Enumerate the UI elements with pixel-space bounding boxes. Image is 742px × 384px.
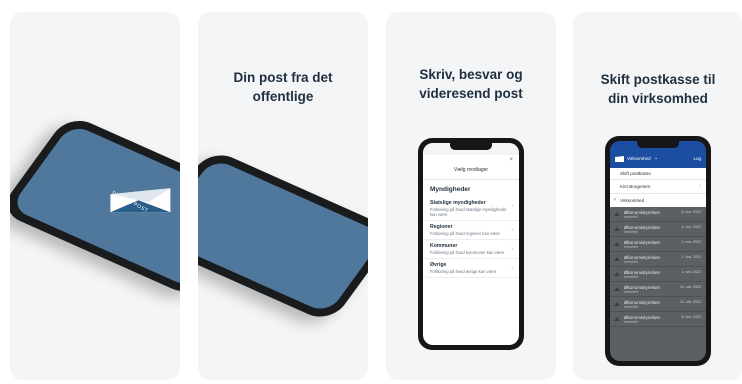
- date: 1. nov. 2022: [681, 255, 701, 259]
- phone-frame: Virksomhed ⌄ Log Skift postkasse Kim Bor…: [605, 136, 711, 366]
- row-title: Statslige myndigheder: [430, 200, 486, 206]
- list-item[interactable]: Økonomistyrelsen emnefelt 31. okt. 2022: [610, 282, 706, 297]
- date: 1. nov. 2022: [681, 270, 701, 274]
- subject: emnefelt: [624, 215, 638, 219]
- screenshot-card-3: Skriv, besvar og videresend post Vælg mo…: [386, 12, 556, 380]
- phone-screen: [198, 157, 368, 315]
- caption: Skriv, besvar og videresend post: [419, 67, 523, 101]
- envelope-icon: [614, 257, 620, 261]
- phone-screen: Vælg modtager × Myndigheder Statslige my…: [423, 143, 519, 345]
- list-item[interactable]: Økonomistyrelsen emnefelt 1. nov. 2022: [610, 267, 706, 282]
- digital-post-logo-icon: [110, 188, 171, 213]
- option-virksomhed[interactable]: ✓ Virksomhed: [610, 194, 706, 207]
- row-desc: Forklaring på hvad øvrige kan være: [430, 269, 497, 274]
- envelope-icon: [614, 317, 620, 321]
- subject: emnefelt: [624, 260, 638, 264]
- option-kim-borgersen[interactable]: Kim Borgersen ›: [610, 180, 706, 194]
- phone-screen: Virksomhed ⌄ Log Skift postkasse Kim Bor…: [610, 141, 706, 361]
- phone-notch: [637, 141, 679, 148]
- subject: emnefelt: [624, 320, 638, 324]
- modal-title: Vælg modtager: [453, 167, 489, 173]
- row-desc: Forklaring på hvad kommuner kan være: [430, 250, 505, 255]
- row-title: Regioner: [430, 224, 453, 230]
- dropdown-title: Skift postkasse: [610, 168, 706, 180]
- log-button[interactable]: Log: [693, 156, 701, 161]
- caption: Skift postkasse til din virksomhed: [600, 72, 716, 106]
- subject: emnefelt: [624, 290, 638, 294]
- checkmark-icon: ✓: [613, 197, 618, 203]
- recipient-row-statslige[interactable]: Statslige myndigheder Forklaring på hvad…: [423, 197, 519, 221]
- list-item[interactable]: Økonomistyrelsen emnefelt 1. nov. 2022: [610, 252, 706, 267]
- screenshot-card-4: Skift postkasse til din virksomhed Virks…: [573, 12, 742, 380]
- date: 31. okt. 2022: [680, 300, 701, 304]
- phone-screen: [10, 123, 180, 289]
- chevron-right-icon: ›: [511, 227, 513, 233]
- screenshot-card-1: DIGITAL POST: [10, 12, 180, 380]
- phone-frame: Vælg modtager × Myndigheder Statslige my…: [418, 138, 524, 350]
- recipient-row-regioner[interactable]: Regioner Forklaring på hvad regioner kan…: [423, 221, 519, 240]
- close-icon[interactable]: ×: [509, 157, 513, 163]
- list-item[interactable]: Økonomistyrelsen emnefelt 4. nov. 2022: [610, 222, 706, 237]
- row-desc: Forklaring på hvad regioner kan være: [430, 231, 500, 236]
- list-item[interactable]: Økonomistyrelsen emnefelt 2. nov. 2022: [610, 237, 706, 252]
- envelope-icon: [614, 242, 620, 246]
- caption: Din post fra det offentlige: [233, 70, 333, 104]
- chevron-right-icon: ›: [511, 246, 513, 252]
- recipient-row-kommuner[interactable]: Kommuner Forklaring på hvad kommuner kan…: [423, 240, 519, 259]
- envelope-icon: [614, 227, 620, 231]
- subject: emnefelt: [624, 230, 638, 234]
- row-title: Øvrige: [430, 262, 447, 268]
- option-label: Virksomhed: [620, 198, 645, 203]
- row-desc: Forklaring på hvad statslige myndigheder…: [430, 207, 507, 217]
- subject: emnefelt: [624, 275, 638, 279]
- mailbox-selector[interactable]: Virksomhed: [627, 156, 651, 161]
- list-item[interactable]: Økonomistyrelsen emnefelt 8. nov. 2022: [610, 207, 706, 222]
- section-title: Myndigheder: [430, 186, 471, 193]
- logo-icon: [615, 156, 624, 162]
- modal-header: Vælg modtager ×: [423, 155, 519, 180]
- chevron-down-icon: ⌄: [654, 155, 659, 161]
- envelope-icon: [614, 212, 620, 216]
- date: 31. okt. 2022: [680, 285, 701, 289]
- envelope-icon: [614, 272, 620, 276]
- mailbox-dropdown: Skift postkasse Kim Borgersen › ✓ Virkso…: [610, 168, 706, 207]
- envelope-icon: [614, 287, 620, 291]
- date: 8. nov. 2022: [681, 315, 701, 319]
- list-item[interactable]: Økonomistyrelsen emnefelt 8. nov. 2022: [610, 312, 706, 327]
- chevron-right-icon: ›: [699, 183, 701, 189]
- message-list: Økonomistyrelsen emnefelt 8. nov. 2022 Øko…: [610, 207, 706, 327]
- subject: emnefelt: [624, 305, 638, 309]
- phone-tilted: [198, 147, 368, 325]
- option-label: Kim Borgersen: [620, 184, 651, 189]
- envelope-icon: [614, 302, 620, 306]
- phone-tilted: [10, 113, 180, 299]
- chevron-right-icon: ›: [511, 203, 513, 209]
- phone-notch: [450, 143, 492, 150]
- date: 8. nov. 2022: [681, 210, 701, 214]
- date: 4. nov. 2022: [681, 225, 701, 229]
- date: 2. nov. 2022: [681, 240, 701, 244]
- screenshot-card-2: Din post fra det offentlige: [198, 12, 368, 380]
- row-title: Kommuner: [430, 243, 458, 249]
- chevron-right-icon: ›: [511, 265, 513, 271]
- list-item[interactable]: Økonomistyrelsen emnefelt 31. okt. 2022: [610, 297, 706, 312]
- subject: emnefelt: [624, 245, 638, 249]
- recipient-row-ovrige[interactable]: Øvrige Forklaring på hvad øvrige kan vær…: [423, 259, 519, 278]
